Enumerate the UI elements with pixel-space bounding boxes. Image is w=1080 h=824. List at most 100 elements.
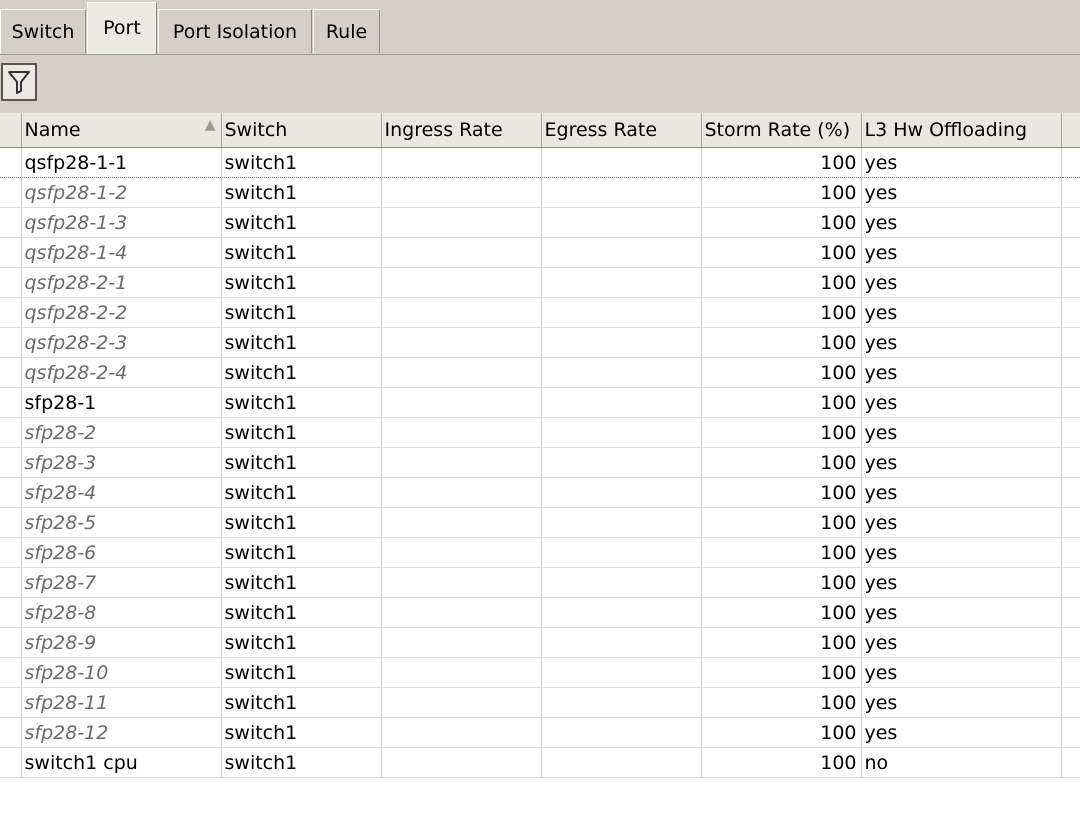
column-header-egress-rate[interactable]: Egress Rate (541, 113, 702, 148)
table-row[interactable]: sfp28-12 switch1 100 yes (0, 717, 1080, 748)
cell-ingress-rate (381, 717, 542, 748)
cell-storm-rate: 100 (701, 657, 862, 688)
cell-storm-rate: 100 (701, 387, 862, 418)
cell-l3-hw-offloading: yes (861, 267, 1062, 298)
row-spacer (0, 537, 22, 568)
cell-name: sfp28-6 (21, 537, 222, 568)
cell-name: qsfp28-2-4 (21, 357, 222, 388)
cell-switch: switch1 (221, 477, 382, 508)
cell-storm-rate: 100 (701, 537, 862, 568)
cell-storm-rate: 100 (701, 747, 862, 778)
filter-button[interactable] (1, 63, 37, 101)
tab-switch[interactable]: Switch (0, 9, 86, 53)
table-row[interactable]: qsfp28-1-3 switch1 100 yes (0, 207, 1080, 238)
filter-icon (8, 71, 30, 94)
table-row[interactable]: sfp28-11 switch1 100 yes (0, 687, 1080, 718)
cell-switch: switch1 (221, 357, 382, 388)
cell-storm-rate: 100 (701, 567, 862, 598)
cell-ingress-rate (381, 177, 542, 208)
row-spacer (0, 447, 22, 478)
cell-l3-hw-offloading: yes (861, 627, 1062, 658)
cell-l3-hw-offloading: yes (861, 447, 1062, 478)
cell-ingress-rate (381, 417, 542, 448)
row-spacer (0, 387, 22, 418)
table-row[interactable]: sfp28-10 switch1 100 yes (0, 657, 1080, 688)
cell-switch: switch1 (221, 177, 382, 208)
table-row[interactable]: sfp28-9 switch1 100 yes (0, 627, 1080, 658)
row-filler (1061, 597, 1080, 628)
cell-switch: switch1 (221, 747, 382, 778)
cell-storm-rate: 100 (701, 597, 862, 628)
row-filler (1061, 627, 1080, 658)
cell-switch: switch1 (221, 147, 382, 178)
table-row[interactable]: sfp28-1 switch1 100 yes (0, 387, 1080, 418)
cell-switch: switch1 (221, 447, 382, 478)
column-header-ingress-rate[interactable]: Ingress Rate (381, 113, 542, 148)
table-row[interactable]: sfp28-5 switch1 100 yes (0, 507, 1080, 538)
table-row[interactable]: sfp28-4 switch1 100 yes (0, 477, 1080, 508)
table-row[interactable]: qsfp28-2-3 switch1 100 yes (0, 327, 1080, 358)
cell-name: sfp28-9 (21, 627, 222, 658)
table-row[interactable]: sfp28-3 switch1 100 yes (0, 447, 1080, 478)
row-filler (1061, 357, 1080, 388)
tab-rule[interactable]: Rule (313, 9, 380, 53)
tab-bar: Switch Port Port Isolation Rule (0, 0, 1080, 55)
table-row[interactable]: qsfp28-1-2 switch1 100 yes (0, 177, 1080, 208)
row-spacer (0, 477, 22, 508)
row-spacer (0, 657, 22, 688)
table-row[interactable]: sfp28-6 switch1 100 yes (0, 537, 1080, 568)
cell-name: sfp28-4 (21, 477, 222, 508)
table-row[interactable]: switch1 cpu switch1 100 no (0, 747, 1080, 778)
cell-l3-hw-offloading: yes (861, 687, 1062, 718)
tab-port-isolation[interactable]: Port Isolation (158, 9, 312, 53)
cell-egress-rate (541, 267, 702, 298)
table-row[interactable]: sfp28-2 switch1 100 yes (0, 417, 1080, 448)
table-row[interactable]: sfp28-7 switch1 100 yes (0, 567, 1080, 598)
cell-ingress-rate (381, 567, 542, 598)
cell-switch: switch1 (221, 297, 382, 328)
cell-name: qsfp28-2-2 (21, 297, 222, 328)
cell-l3-hw-offloading: yes (861, 657, 1062, 688)
cell-name: sfp28-10 (21, 657, 222, 688)
cell-l3-hw-offloading: yes (861, 597, 1062, 628)
cell-name: qsfp28-1-2 (21, 177, 222, 208)
table-row[interactable]: qsfp28-2-2 switch1 100 yes (0, 297, 1080, 328)
row-spacer (0, 687, 22, 718)
table-row[interactable]: qsfp28-2-1 switch1 100 yes (0, 267, 1080, 298)
table-row[interactable]: sfp28-8 switch1 100 yes (0, 597, 1080, 628)
column-header-storm-rate[interactable]: Storm Rate (%) (701, 113, 862, 148)
cell-name: switch1 cpu (21, 747, 222, 778)
cell-ingress-rate (381, 357, 542, 388)
cell-switch: switch1 (221, 387, 382, 418)
row-filler (1061, 447, 1080, 478)
cell-storm-rate: 100 (701, 417, 862, 448)
cell-egress-rate (541, 747, 702, 778)
cell-l3-hw-offloading: yes (861, 297, 1062, 328)
cell-egress-rate (541, 237, 702, 268)
row-filler (1061, 657, 1080, 688)
row-spacer (0, 147, 22, 178)
cell-storm-rate: 100 (701, 507, 862, 538)
row-filler (1061, 567, 1080, 598)
cell-egress-rate (541, 177, 702, 208)
column-header-switch[interactable]: Switch (221, 113, 382, 148)
cell-storm-rate: 100 (701, 717, 862, 748)
row-spacer (0, 747, 22, 778)
cell-l3-hw-offloading: yes (861, 177, 1062, 208)
cell-switch: switch1 (221, 687, 382, 718)
table-row[interactable]: qsfp28-1-4 switch1 100 yes (0, 237, 1080, 268)
cell-switch: switch1 (221, 537, 382, 568)
table-row[interactable]: qsfp28-1-1 switch1 100 yes (0, 147, 1080, 178)
column-header-name[interactable]: Name ▲ (21, 113, 222, 148)
cell-storm-rate: 100 (701, 267, 862, 298)
row-spacer (0, 327, 22, 358)
column-header-l3-hw-offloading[interactable]: L3 Hw Offloading (861, 113, 1062, 148)
cell-switch: switch1 (221, 327, 382, 358)
cell-l3-hw-offloading: yes (861, 207, 1062, 238)
tab-port[interactable]: Port (87, 2, 157, 54)
toolbar (0, 55, 1080, 113)
table-row[interactable]: qsfp28-2-4 switch1 100 yes (0, 357, 1080, 388)
cell-ingress-rate (381, 387, 542, 418)
cell-egress-rate (541, 477, 702, 508)
row-filler (1061, 537, 1080, 568)
